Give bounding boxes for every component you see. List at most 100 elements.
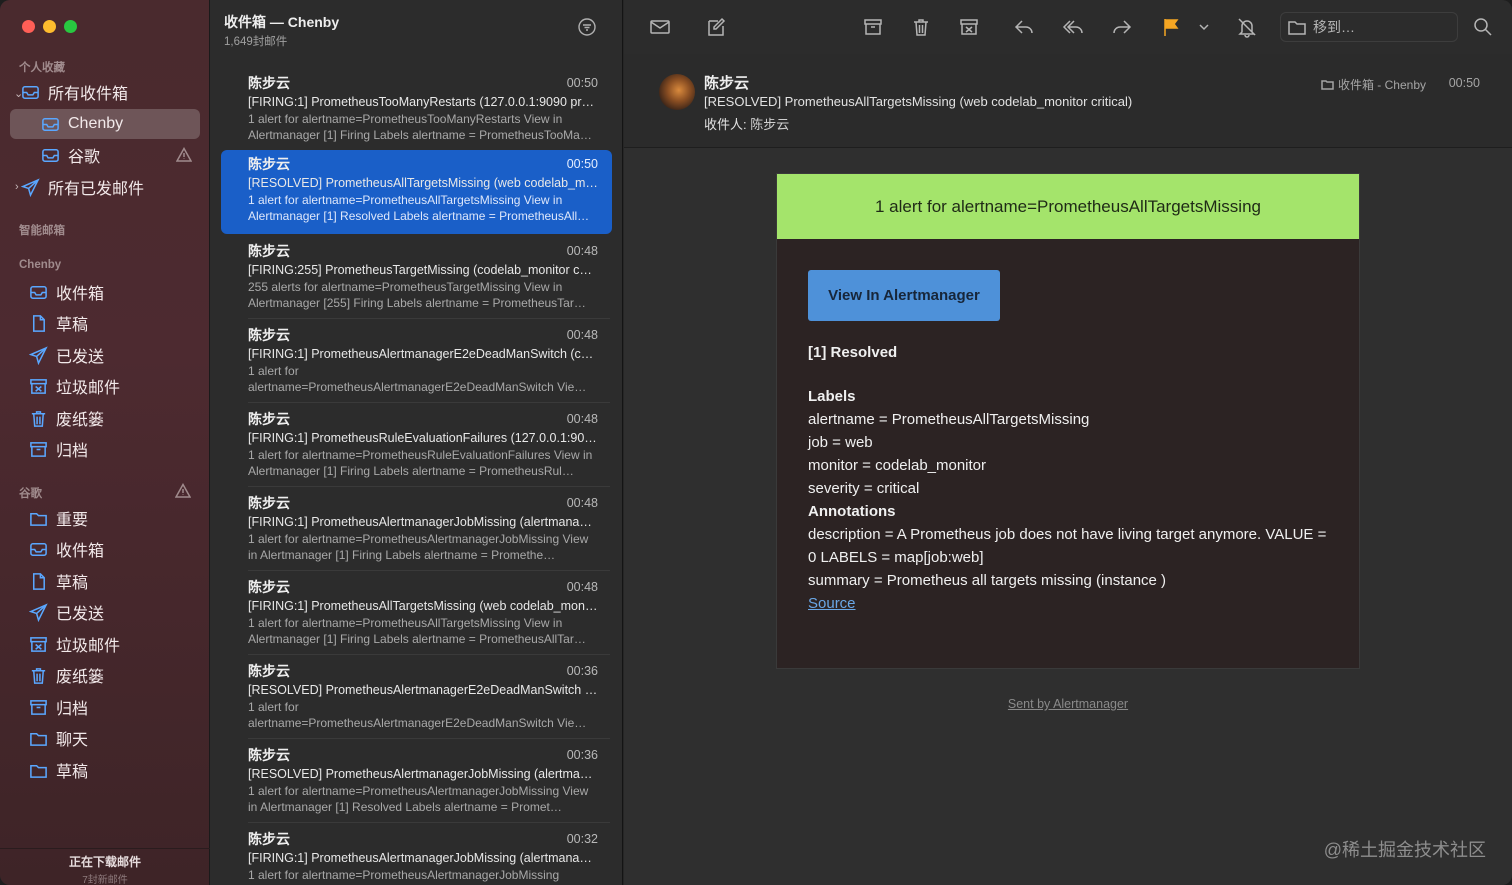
junk-icon xyxy=(28,634,48,654)
message-preview: 1 alert for alertname=PrometheusAlertman… xyxy=(248,700,587,730)
paperplane-icon xyxy=(28,602,48,622)
divider xyxy=(248,486,610,487)
message-preview: 1 alert for alertname=PrometheusAlertman… xyxy=(248,868,560,882)
recipient-name[interactable]: 陈步云 xyxy=(750,117,789,132)
flag-icon[interactable] xyxy=(1160,16,1182,38)
sender: 陈步云 xyxy=(248,243,290,259)
resolved-heading: [1] Resolved xyxy=(808,344,898,361)
message-subject: [RESOLVED] PrometheusAlertmanagerE2eDead… xyxy=(248,683,598,697)
watermark: @稀土掘金技术社区 xyxy=(1323,840,1486,860)
reply-icon[interactable] xyxy=(1013,16,1035,38)
sidebar-item-label: 归档 xyxy=(56,701,89,718)
sidebar-item-chenby[interactable]: Chenby xyxy=(10,109,200,139)
sidebar-item-chenby-inbox[interactable]: 收件箱 xyxy=(10,277,200,307)
zoom-window-button[interactable] xyxy=(64,20,77,33)
warning-icon[interactable] xyxy=(175,146,193,163)
message-subject: [FIRING:255] PrometheusTargetMissing (co… xyxy=(248,263,592,277)
list-item[interactable]: 陈步云 00:48 [FIRING:1] PrometheusAllTargets… xyxy=(221,573,612,657)
trash-icon[interactable] xyxy=(910,16,932,38)
sidebar-item-chenby-drafts[interactable]: 草稿 xyxy=(10,308,200,338)
warning-icon[interactable] xyxy=(174,482,192,499)
message-preview: 1 alert for alertname=PrometheusAllTarge… xyxy=(248,616,586,646)
message-subject: [RESOLVED] PrometheusAllTargetsMissing (… xyxy=(248,176,598,190)
message-list: 收件箱 — Chenby 1,649封邮件 陈步云 00:50 [FIRING:1… xyxy=(210,0,623,885)
archive-icon[interactable] xyxy=(862,16,884,38)
filter-icon[interactable] xyxy=(577,17,597,37)
minimize-window-button[interactable] xyxy=(43,20,56,33)
sidebar-item-label: 已发送 xyxy=(56,349,105,366)
sidebar-item-chenby-trash[interactable]: 废纸篓 xyxy=(10,403,200,433)
compose-icon[interactable] xyxy=(705,16,727,38)
sidebar-item-google-chat[interactable]: 聊天 xyxy=(10,723,200,753)
sidebar-item-chenby-junk[interactable]: 垃圾邮件 xyxy=(10,371,200,401)
sent-by-link[interactable]: Sent by Alertmanager xyxy=(624,697,1512,711)
junk-icon[interactable] xyxy=(958,16,980,38)
header-sender[interactable]: 陈步云 xyxy=(704,72,749,93)
search-icon[interactable] xyxy=(1472,16,1494,38)
message-time: 00:36 xyxy=(566,748,598,762)
move-to-button[interactable]: 移到… xyxy=(1280,12,1458,42)
sender: 陈步云 xyxy=(248,495,290,511)
folder-icon xyxy=(1321,80,1334,90)
header-subject: [RESOLVED] PrometheusAllTargetsMissing (… xyxy=(704,94,1133,109)
sidebar-item-label: Chenby xyxy=(68,115,124,132)
sender: 陈步云 xyxy=(248,411,290,427)
sidebar-item-chenby-sent[interactable]: 已发送 xyxy=(10,340,200,370)
view-in-alertmanager-button[interactable]: View In Alertmanager xyxy=(808,270,1000,321)
chevron-down-icon[interactable] xyxy=(1193,16,1209,38)
sidebar-item-google[interactable]: 谷歌 xyxy=(10,140,200,170)
sidebar-item-google-trash[interactable]: 废纸篓 xyxy=(10,660,200,690)
list-item[interactable]: 陈步云 00:48 [FIRING:255] PrometheusTargetMi… xyxy=(221,237,612,321)
section-smart-mailboxes[interactable]: 智能邮箱 xyxy=(19,222,65,238)
sidebar-item-google-drafts-folder[interactable]: 草稿 xyxy=(10,755,200,785)
annotation-line: description = A Prometheus job does not … xyxy=(808,526,1327,543)
close-window-button[interactable] xyxy=(22,20,35,33)
sidebar-item-label: 垃圾邮件 xyxy=(56,380,121,397)
list-item[interactable]: 陈步云 00:48 [FIRING:1] PrometheusAlertmanag… xyxy=(221,321,612,405)
sidebar-item-all-sent[interactable]: 所有已发邮件 xyxy=(20,172,200,202)
sidebar-item-label: 草稿 xyxy=(56,575,89,592)
section-google[interactable]: 谷歌 xyxy=(19,485,42,501)
paperplane-icon xyxy=(20,177,40,197)
list-item[interactable]: 陈步云 00:48 [FIRING:1] PrometheusAlertmanag… xyxy=(221,489,612,573)
list-item[interactable]: 陈步云 00:48 [FIRING:1] PrometheusRuleEvalua… xyxy=(221,405,612,489)
alert-banner: 1 alert for alertname=PrometheusAllTarge… xyxy=(777,174,1359,239)
header-time: 00:50 xyxy=(1448,76,1480,90)
divider xyxy=(248,822,610,823)
list-item[interactable]: 陈步云 00:50 [FIRING:1] PrometheusTooManyRes… xyxy=(221,69,612,153)
section-favorites[interactable]: 个人收藏 xyxy=(19,59,65,75)
sidebar-item-all-inboxes[interactable]: 所有收件箱 xyxy=(20,77,200,107)
sidebar-item-google-archive[interactable]: 归档 xyxy=(10,692,200,722)
mailbox-name: 收件箱 - Chenby xyxy=(1337,78,1426,92)
sync-status-title: 正在下载邮件 xyxy=(68,855,141,869)
sidebar-item-chenby-archive[interactable]: 归档 xyxy=(10,434,200,464)
mail-window: 个人收藏 ⌄ 所有收件箱 Chenby 谷歌 › 所有已发邮件 智能邮箱 Che… xyxy=(0,0,1512,885)
section-chenby[interactable]: Chenby xyxy=(19,259,61,271)
message-subject: [FIRING:1] PrometheusAlertmanagerJobMiss… xyxy=(248,515,598,529)
sender: 陈步云 xyxy=(248,156,290,172)
envelope-icon[interactable] xyxy=(649,16,671,38)
chevron-right-icon[interactable]: › xyxy=(15,181,19,193)
source-link[interactable]: Source xyxy=(808,595,856,612)
reply-all-icon[interactable] xyxy=(1062,16,1084,38)
list-item[interactable]: 陈步云 00:32 [FIRING:1] PrometheusAlertmanag… xyxy=(221,825,612,885)
sidebar-item-label: 垃圾邮件 xyxy=(56,638,121,655)
sidebar-item-label: 聊天 xyxy=(56,732,89,749)
forward-icon[interactable] xyxy=(1111,16,1133,38)
label-line: monitor = codelab_monitor xyxy=(808,457,987,474)
inbox-icon xyxy=(40,145,60,165)
archive-icon xyxy=(28,439,48,459)
annotations-heading: Annotations xyxy=(808,503,896,520)
sidebar-item-google-drafts[interactable]: 草稿 xyxy=(10,566,200,596)
message-subject: [FIRING:1] PrometheusAlertmanagerJobMiss… xyxy=(248,851,598,865)
list-item-selected[interactable]: 陈步云 00:50 [RESOLVED] PrometheusAllTargets… xyxy=(221,150,612,234)
list-item[interactable]: 陈步云 00:36 [RESOLVED] PrometheusAlertmanag… xyxy=(221,657,612,741)
message-time: 00:32 xyxy=(566,832,598,846)
sidebar-item-google-important[interactable]: 重要 xyxy=(10,503,200,533)
sidebar-item-google-inbox[interactable]: 收件箱 xyxy=(10,534,200,564)
list-item[interactable]: 陈步云 00:36 [RESOLVED] PrometheusAlertmanag… xyxy=(221,741,612,825)
bell-slash-icon[interactable] xyxy=(1236,16,1258,38)
sidebar-item-google-junk[interactable]: 垃圾邮件 xyxy=(10,629,200,659)
sidebar-item-google-sent[interactable]: 已发送 xyxy=(10,597,200,627)
folder-icon xyxy=(28,508,48,528)
